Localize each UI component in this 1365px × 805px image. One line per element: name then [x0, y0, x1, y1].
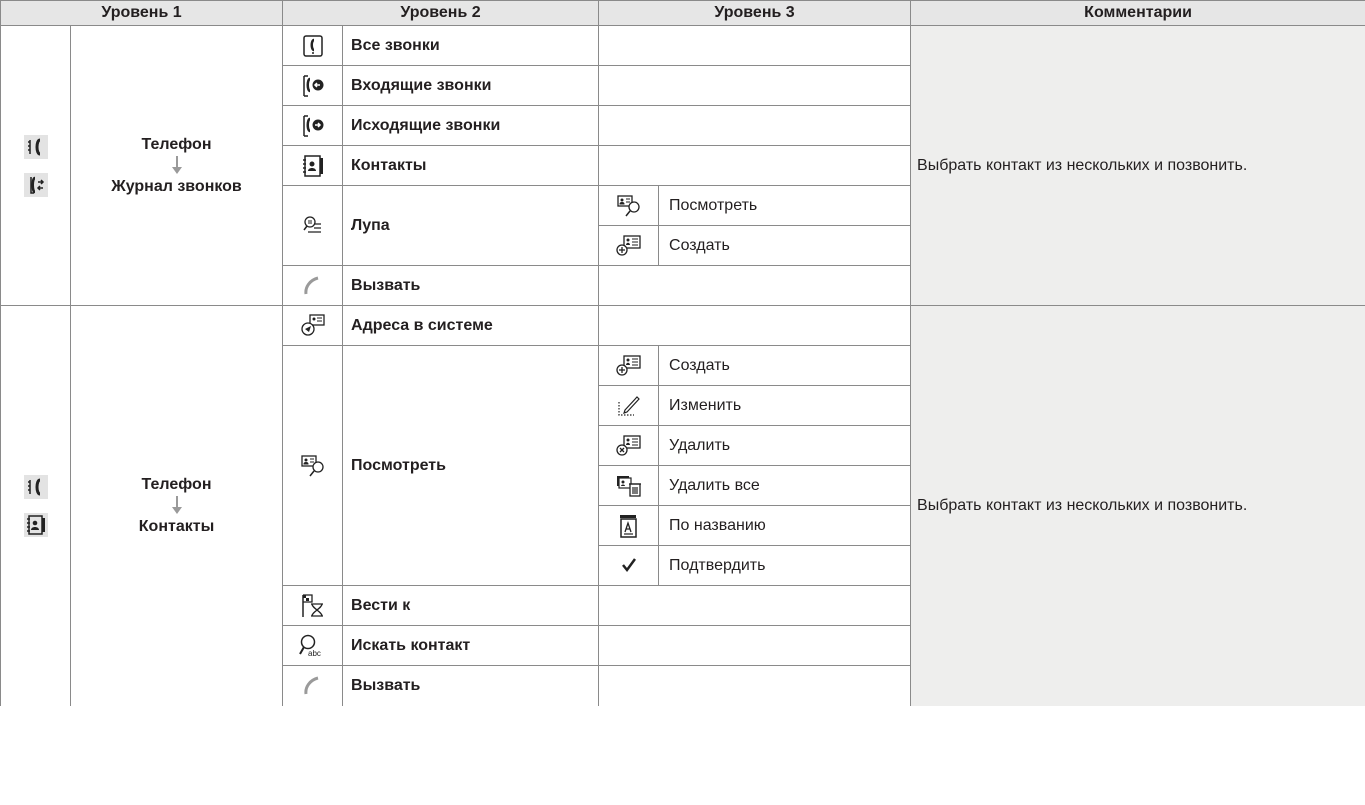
search-contact-icon: abc [282, 625, 344, 666]
level3-label[interactable]: Удалить все [658, 465, 912, 506]
level3-empty [598, 585, 912, 626]
handset-icon [282, 265, 344, 306]
path-bottom-label: Журнал звонков [111, 178, 242, 195]
header-level3: Уровень 3 [598, 0, 912, 26]
level1-path: Телефон Контакты [69, 305, 284, 706]
edit-pencil-icon [598, 385, 660, 426]
header-comments: Комментарии [910, 0, 1365, 26]
delete-contact-icon [598, 425, 660, 466]
level2-label[interactable]: Вести к [342, 585, 600, 626]
table-row: Телефон Журнал звонков Все звонки Выбрат… [0, 25, 1365, 306]
level2-label[interactable]: Искать контакт [342, 625, 600, 666]
level3-empty [598, 145, 912, 186]
level3-label[interactable]: По названию [658, 505, 912, 546]
phone-menu-icon [23, 134, 48, 159]
header-row: Уровень 1 Уровень 2 Уровень 3 Комментари… [0, 0, 1365, 26]
level3-label[interactable]: Создать [658, 225, 912, 266]
menu-table: Уровень 1 Уровень 2 Уровень 3 Комментари… [0, 0, 1365, 706]
contacts-icon [282, 145, 344, 186]
path-top-label: Телефон [141, 476, 212, 494]
level3-label[interactable]: Подтвердить [658, 545, 912, 586]
arrow-down-icon [171, 496, 182, 515]
level3-empty [598, 65, 912, 106]
header-level2: Уровень 2 [282, 0, 600, 26]
level2-label[interactable]: Все звонки [342, 25, 600, 66]
level3-empty [598, 305, 912, 346]
sort-by-name-icon [598, 505, 660, 546]
level1-icons [0, 305, 71, 706]
comment-cell: Выбрать контакт из нескольких и позвонит… [910, 305, 1365, 706]
table-row: Телефон Контакты Адреса в системе Выбрат… [0, 305, 1365, 706]
level3-empty [598, 625, 912, 666]
level3-empty [598, 105, 912, 146]
level3-label[interactable]: Создать [658, 345, 912, 386]
level1-icons [0, 25, 71, 306]
contacts-icon [23, 512, 48, 537]
outgoing-calls-icon [282, 105, 344, 146]
navigate-to-icon [282, 585, 344, 626]
svg-text:abc: abc [308, 649, 321, 658]
system-addresses-icon [282, 305, 344, 346]
level3-label[interactable]: Посмотреть [658, 185, 912, 226]
view-contact-icon [282, 345, 344, 586]
checkmark-icon [598, 545, 660, 586]
call-log-icon [23, 172, 48, 197]
path-top-label: Телефон [141, 136, 212, 153]
all-calls-icon [282, 25, 344, 66]
header-level1: Уровень 1 [0, 0, 284, 26]
level3-empty [598, 665, 912, 706]
magnifier-list-icon [282, 185, 344, 266]
view-contact-icon [598, 185, 660, 226]
level2-label[interactable]: Входящие звонки [342, 65, 600, 106]
path-bottom-label: Контакты [138, 518, 215, 536]
incoming-calls-icon [282, 65, 344, 106]
level2-label[interactable]: Лупа [342, 185, 600, 266]
level2-label[interactable]: Посмотреть [342, 345, 600, 586]
level2-label[interactable]: Вызвать [342, 265, 600, 306]
delete-all-icon [598, 465, 660, 506]
level3-label[interactable]: Удалить [658, 425, 912, 466]
arrow-down-icon [171, 156, 182, 174]
level1-path: Телефон Журнал звонков [69, 25, 284, 306]
level2-label[interactable]: Адреса в системе [342, 305, 600, 346]
create-contact-icon [598, 345, 660, 386]
level3-empty [598, 265, 912, 306]
phone-menu-icon [23, 474, 48, 499]
level2-label[interactable]: Контакты [342, 145, 600, 186]
level3-empty [598, 25, 912, 66]
handset-icon [282, 665, 344, 706]
create-contact-icon [598, 225, 660, 266]
level3-label[interactable]: Изменить [658, 385, 912, 426]
level2-label[interactable]: Исходящие звонки [342, 105, 600, 146]
comment-cell: Выбрать контакт из нескольких и позвонит… [910, 25, 1365, 306]
level2-label[interactable]: Вызвать [342, 665, 600, 706]
